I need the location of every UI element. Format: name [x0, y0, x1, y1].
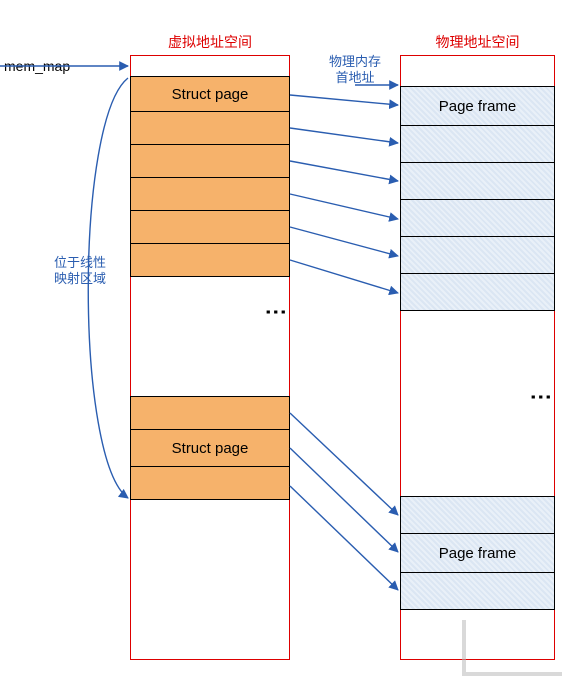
ellipsis-icon: ⋮ [401, 386, 554, 406]
struct-page-item [130, 111, 290, 145]
page-frame-item [400, 496, 555, 534]
page-frame-bottom: Page frame [400, 533, 555, 573]
virtual-title: 虚拟地址空间 [131, 32, 289, 52]
struct-page-top: Struct page [130, 76, 290, 112]
page-frame-item [400, 236, 555, 274]
page-frame-item [400, 125, 555, 163]
page-frame-item [400, 273, 555, 311]
physical-column: 物理地址空间 Page frame ⋮ Page frame [400, 55, 555, 660]
struct-page-bottom: Struct page [130, 429, 290, 467]
physical-title: 物理地址空间 [401, 32, 554, 52]
page-frame-top: Page frame [400, 86, 555, 126]
mem-map-label: mem_map [4, 58, 70, 74]
linear-region-annot: 位于线性 映射区域 [45, 255, 115, 288]
struct-page-item [130, 144, 290, 178]
phys-start-annot: 物理内存 首地址 [320, 54, 390, 87]
struct-page-item [130, 243, 290, 277]
page-frame-item [400, 199, 555, 237]
ellipsis-icon: ⋮ [131, 301, 289, 321]
struct-page-item [130, 210, 290, 244]
struct-page-item [130, 177, 290, 211]
page-frame-item [400, 162, 555, 200]
page-frame-item [400, 572, 555, 610]
virtual-column: 虚拟地址空间 Struct page ⋮ Struct page [130, 55, 290, 660]
watermark [462, 620, 562, 676]
struct-page-item [130, 396, 290, 430]
struct-page-item [130, 466, 290, 500]
